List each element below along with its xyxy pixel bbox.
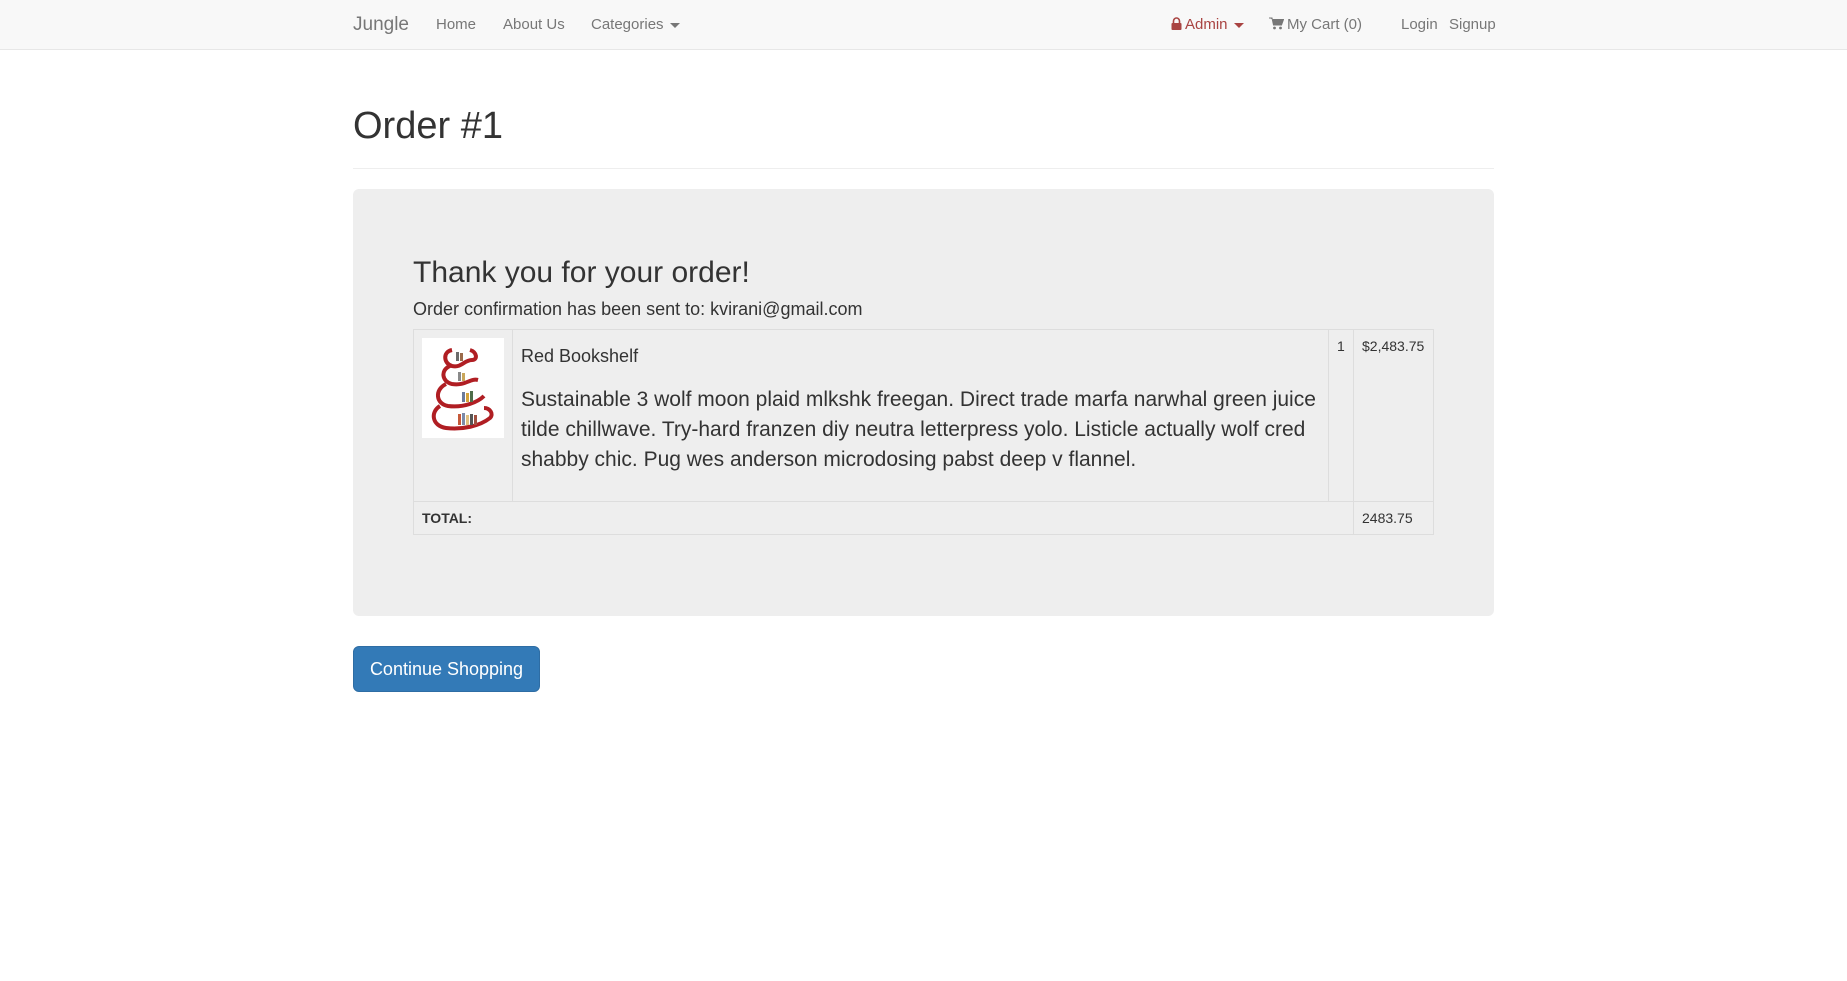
continue-shopping-button[interactable]: Continue Shopping: [353, 646, 540, 692]
nav-my-cart[interactable]: My Cart (0): [1269, 16, 1362, 33]
lock-icon: [1171, 17, 1182, 30]
divider: [353, 168, 1494, 169]
nav-login[interactable]: Login: [1401, 16, 1438, 33]
confirmation-email: kvirani@gmail.com: [710, 299, 863, 319]
total-value: 2483.75: [1353, 501, 1434, 535]
table-row: TOTAL: 2483.75: [413, 501, 1434, 535]
product-name: Red Bookshelf: [521, 346, 639, 366]
thank-you-heading: Thank you for your order!: [413, 256, 750, 289]
shopping-cart-icon: [1269, 17, 1284, 30]
navbar-inner: Jungle Home About Us Categories Admin My…: [353, 0, 1496, 50]
product-image: [422, 338, 504, 438]
product-quantity: 1: [1328, 329, 1354, 502]
nav-my-cart-label: My Cart (0): [1287, 16, 1362, 33]
nav-categories-label: Categories: [591, 16, 664, 33]
product-details-cell: Red Bookshelf Sustainable 3 wolf moon pl…: [512, 329, 1329, 502]
product-description: Sustainable 3 wolf moon plaid mlkshk fre…: [521, 388, 1316, 471]
nav-signup[interactable]: Signup: [1449, 16, 1496, 33]
order-items-table: Red Bookshelf Sustainable 3 wolf moon pl…: [413, 329, 1434, 535]
confirmation-prefix: Order confirmation has been sent to:: [413, 299, 711, 319]
nav-admin-label: Admin: [1185, 16, 1228, 33]
navbar: Jungle Home About Us Categories Admin My…: [0, 0, 1847, 50]
nav-about-us[interactable]: About Us: [503, 16, 565, 33]
table-row: Red Bookshelf Sustainable 3 wolf moon pl…: [413, 329, 1434, 502]
product-image-cell: [413, 329, 513, 502]
confirmation-message: Order confirmation has been sent to: kvi…: [413, 299, 862, 320]
brand-link[interactable]: Jungle: [353, 14, 409, 36]
product-price: $2,483.75: [1353, 329, 1434, 502]
order-summary-panel: Thank you for your order! Order confirma…: [353, 189, 1494, 616]
total-label: TOTAL:: [413, 501, 1354, 535]
chevron-down-icon: [1233, 22, 1244, 28]
nav-home[interactable]: Home: [436, 16, 476, 33]
page-title: Order #1: [353, 105, 503, 147]
nav-admin-dropdown[interactable]: Admin: [1171, 16, 1244, 33]
chevron-down-icon: [669, 22, 680, 28]
nav-categories-dropdown[interactable]: Categories: [591, 16, 680, 33]
